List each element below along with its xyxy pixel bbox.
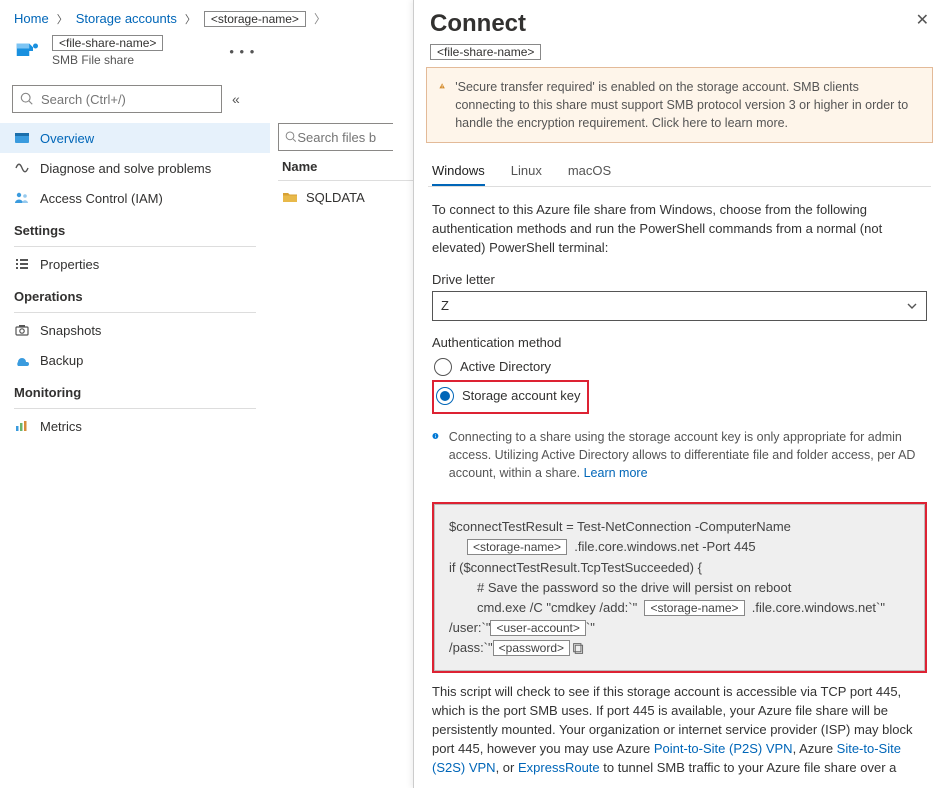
drive-letter-value: Z [441,298,449,313]
folder-icon [282,189,298,205]
script-content[interactable]: $connectTestResult = Test-NetConnection … [434,504,925,671]
snapshots-icon [14,322,30,338]
resource-subtitle: SMB File share [52,53,163,67]
search-files-field[interactable] [297,130,387,145]
chevron-right-icon: 〉 [181,11,200,27]
info-text: Connecting to a share using the storage … [449,430,916,480]
overview-icon [14,130,30,146]
tab-windows[interactable]: Windows [432,163,485,186]
diagnose-icon [14,160,30,176]
search-field[interactable] [35,92,215,107]
learn-more-link[interactable]: Learn more [584,466,648,480]
drive-letter-dropdown[interactable]: Z [432,291,927,321]
sidebar-label-diagnose: Diagnose and solve problems [40,161,211,176]
radio-label-key: Storage account key [462,388,581,403]
backup-icon [14,352,30,368]
script-description: This script will check to see if this st… [432,683,927,780]
drive-letter-label: Drive letter [432,272,927,287]
sidebar-item-backup[interactable]: Backup [0,345,270,375]
copy-icon[interactable] [572,642,585,655]
search-icon [285,130,297,144]
search-input[interactable] [12,85,222,113]
resource-title: <file-share-name> [52,35,163,51]
link-expressroute[interactable]: ExpressRoute [518,760,600,775]
sidebar-section-monitoring: Monitoring [0,375,270,406]
iam-icon [14,190,30,206]
warning-banner[interactable]: 'Secure transfer required' is enabled on… [426,67,933,143]
sidebar-label-backup: Backup [40,353,83,368]
info-icon [432,428,439,444]
chevron-right-icon: 〉 [310,10,326,27]
tab-macos[interactable]: macOS [568,163,611,186]
sidebar-label-snapshots: Snapshots [40,323,101,338]
connect-panel: Connect ✕ <file-share-name> 'Secure tran… [413,0,945,788]
auth-method-label: Authentication method [432,335,927,350]
breadcrumb-storage-name[interactable]: <storage-name> [204,11,306,27]
info-note: Connecting to a share using the storage … [432,428,927,482]
breadcrumb-home[interactable]: Home [14,11,49,26]
close-icon[interactable]: ✕ [916,10,929,30]
warning-text: 'Secure transfer required' is enabled on… [455,78,920,132]
search-files-input[interactable] [278,123,393,151]
sidebar-label-iam: Access Control (IAM) [40,191,163,206]
panel-title: Connect [430,10,526,38]
collapse-icon[interactable]: « [232,91,240,107]
tab-linux[interactable]: Linux [511,163,542,186]
more-menu-icon[interactable]: • • • [229,44,255,59]
sidebar-item-iam[interactable]: Access Control (IAM) [0,183,270,213]
os-tabs: Windows Linux macOS [414,143,945,186]
sidebar-label-metrics: Metrics [40,419,82,434]
sidebar-label-overview: Overview [40,131,94,146]
script-box: $connectTestResult = Test-NetConnection … [432,502,927,673]
warning-icon [439,78,445,94]
sidebar: Overview Diagnose and solve problems Acc… [0,123,270,441]
file-share-icon [10,33,46,69]
chevron-right-icon: 〉 [53,11,72,27]
panel-description: To connect to this Azure file share from… [432,201,927,258]
radio-active-directory[interactable]: Active Directory [432,354,927,380]
list-item-label: SQLDATA [306,190,365,205]
sidebar-item-diagnose[interactable]: Diagnose and solve problems [0,153,270,183]
metrics-icon [14,418,30,434]
link-p2s-vpn[interactable]: Point-to-Site (P2S) VPN [654,741,793,756]
sidebar-section-operations: Operations [0,279,270,310]
sidebar-item-overview[interactable]: Overview [0,123,270,153]
properties-icon [14,256,30,272]
radio-storage-account-key[interactable]: Storage account key [434,383,583,409]
sidebar-section-settings: Settings [0,213,270,244]
sidebar-label-properties: Properties [40,257,99,272]
sidebar-item-metrics[interactable]: Metrics [0,411,270,441]
radio-label-ad: Active Directory [460,359,551,374]
sidebar-item-snapshots[interactable]: Snapshots [0,315,270,345]
panel-subtitle: <file-share-name> [430,44,541,60]
breadcrumb-storage-accounts[interactable]: Storage accounts [76,11,177,26]
chevron-down-icon [906,300,918,312]
sidebar-item-properties[interactable]: Properties [0,249,270,279]
search-icon [19,92,35,106]
